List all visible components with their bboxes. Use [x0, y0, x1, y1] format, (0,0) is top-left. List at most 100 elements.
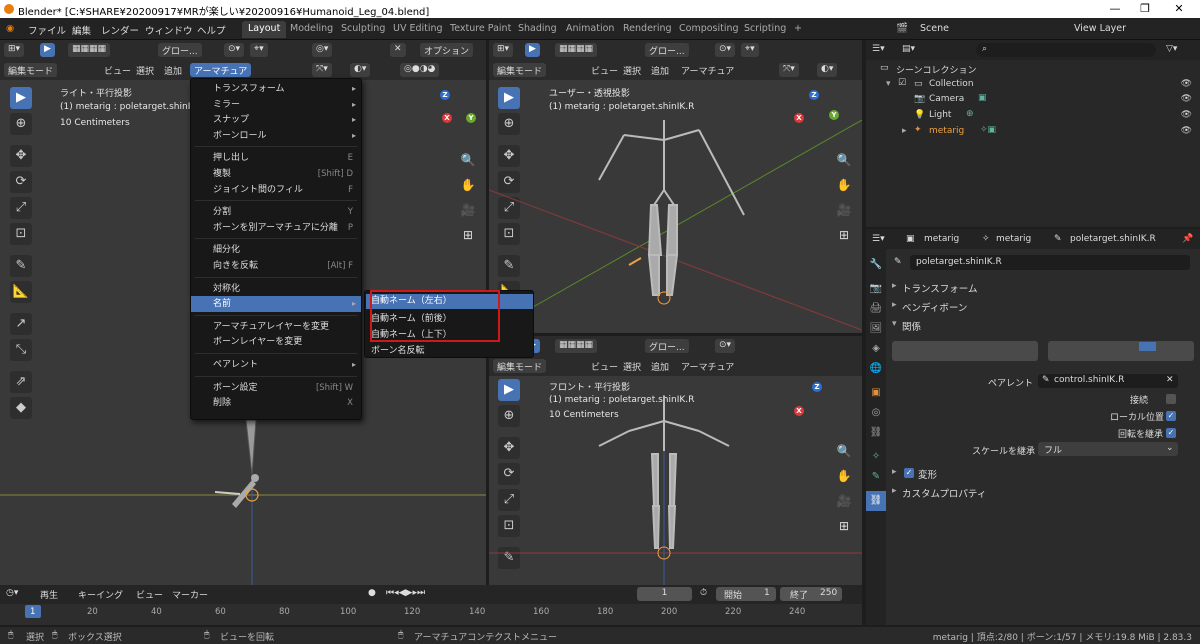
pivot-icon[interactable]: ⊙▾ — [715, 43, 736, 57]
right-top-viewport[interactable]: ⊞▾ ▶ ▦▦▦▦ グロー... ⊙▾ ⌖▾ 編集モード ビュー 選択 追加 ア… — [489, 40, 862, 333]
scene-tab-icon[interactable]: ◈ — [866, 339, 886, 359]
tab-sculpting[interactable]: Sculpting — [335, 21, 391, 38]
move-tool-icon[interactable]: ✥ — [10, 145, 32, 167]
menu-help[interactable]: ヘルプ — [197, 23, 226, 37]
gizmo-z-icon[interactable]: Z — [440, 90, 450, 100]
mode-dropdown[interactable]: 編集モード — [4, 63, 58, 77]
transform-tool-icon[interactable]: ⊡ — [498, 223, 520, 245]
menu-view[interactable]: ビュー — [591, 360, 618, 373]
transform-orientation[interactable]: グロー... — [645, 339, 689, 353]
start-frame-field[interactable]: 開始 1 — [716, 587, 776, 601]
context-menu-item[interactable]: 押し出し E — [191, 150, 361, 166]
collapse-arrow-icon[interactable]: ▸ — [892, 281, 897, 291]
tab-rendering[interactable]: Rendering — [617, 21, 678, 38]
gizmo-x-icon[interactable]: X — [442, 113, 452, 123]
context-menu-item[interactable]: 向きを反転 [Alt] F — [191, 258, 361, 274]
mode-dropdown[interactable]: 編集モード — [493, 63, 547, 77]
ortho-grid-icon[interactable]: ⊞ — [458, 225, 478, 245]
object-tab-icon[interactable]: ▣ — [866, 383, 886, 403]
clear-icon[interactable]: ✕ — [1166, 375, 1174, 385]
pan-hand-icon[interactable]: ✋ — [834, 466, 854, 486]
connect-checkbox[interactable] — [1166, 394, 1176, 404]
roll-tool-icon[interactable]: ↗ — [10, 313, 32, 335]
snap-icon[interactable]: ⌖▾ — [741, 43, 759, 57]
context-menu-item[interactable]: 削除 X — [191, 395, 361, 411]
ortho-grid-icon[interactable]: ⊞ — [834, 225, 854, 245]
menu-playback[interactable]: 再生 — [40, 588, 58, 601]
gizmo-icon[interactable]: ⤧▾ — [779, 63, 799, 77]
world-tab-icon[interactable]: 🌐 — [866, 359, 886, 379]
menu-select[interactable]: 選択 — [136, 64, 154, 77]
tab-compositing[interactable]: Compositing — [673, 21, 745, 38]
camera-view-icon[interactable]: 🎥 — [834, 491, 854, 511]
section-transform[interactable]: トランスフォーム — [902, 281, 978, 295]
close-icon[interactable]: ✕ — [1172, 2, 1186, 15]
menu-armature[interactable]: アーマチュア — [681, 64, 734, 77]
context-menu-item[interactable]: ペアレント ▸ — [191, 357, 361, 373]
bone-name-field[interactable]: poletarget.shinIK.R — [910, 255, 1190, 270]
zoom-icon[interactable]: 🔍 — [834, 441, 854, 461]
context-menu-item[interactable]: 複製 [Shift] D — [191, 166, 361, 182]
gizmo-y-icon[interactable]: Y — [466, 113, 476, 123]
context-menu-item[interactable]: 分割 Y — [191, 204, 361, 220]
tab-shading[interactable]: Shading — [512, 21, 563, 38]
transform-orientation[interactable]: グロー... — [645, 43, 689, 57]
gizmo-x-icon[interactable]: X — [794, 406, 804, 416]
context-menu-item[interactable]: ボーン設定 [Shift] W — [191, 380, 361, 396]
context-menu-item[interactable]: ジョイント間のフィル F — [191, 182, 361, 198]
annotate-tool-icon[interactable]: ✎ — [498, 255, 520, 277]
editor-type-icon[interactable]: ☰▾ — [872, 44, 885, 54]
bone-size-tool-icon[interactable]: ⤡ — [10, 339, 32, 361]
gizmo-z-icon[interactable]: Z — [812, 382, 822, 392]
transform-orientation[interactable]: グロー... — [158, 43, 202, 57]
shading-modes-icon[interactable]: ◎●◑◕ — [400, 63, 440, 77]
tool-tab-icon[interactable]: 🔧 — [866, 255, 886, 275]
visibility-eye-icon[interactable]: 👁 — [1181, 126, 1192, 136]
playback-controls-icon[interactable]: ⏮◂◀▶▸⏭ — [386, 588, 425, 598]
deform-checkbox[interactable]: ✓ — [904, 468, 914, 478]
scene-collection-label[interactable]: シーンコレクション — [896, 63, 977, 76]
tab-modeling[interactable]: Modeling — [284, 21, 339, 38]
scale-tool-icon[interactable]: ⤢ — [498, 489, 520, 511]
add-workspace-icon[interactable]: + — [788, 21, 808, 38]
inherit-scale-dropdown[interactable]: フル ⌄ — [1038, 442, 1178, 456]
visibility-eye-icon[interactable]: 👁 — [1181, 94, 1192, 104]
view-layer-name[interactable]: View Layer — [1074, 23, 1126, 34]
maximize-icon[interactable]: ❐ — [1138, 2, 1152, 15]
snap-icon[interactable]: ⌖▾ — [250, 43, 268, 57]
pivot-icon[interactable]: ⊙▾ — [224, 43, 245, 57]
menu-view[interactable]: ビュー — [591, 64, 618, 77]
armature-layers-grid[interactable] — [892, 341, 1038, 361]
menu-window[interactable]: ウィンドウ — [145, 23, 193, 37]
scale-tool-icon[interactable]: ⤢ — [10, 197, 32, 219]
camera-view-icon[interactable]: 🎥 — [458, 200, 478, 220]
camera-view-icon[interactable]: 🎥 — [834, 200, 854, 220]
context-menu-item[interactable]: スナップ ▸ — [191, 112, 361, 128]
bone-constraints-tab-icon[interactable]: ⛓ — [866, 491, 886, 511]
pan-hand-icon[interactable]: ✋ — [834, 175, 854, 195]
measure-tool-icon[interactable]: 📐 — [10, 281, 32, 303]
menu-edit[interactable]: 編集 — [72, 23, 91, 37]
local-location-checkbox[interactable]: ✓ — [1166, 411, 1176, 421]
menu-file[interactable]: ファイル — [28, 23, 66, 37]
menu-marker[interactable]: マーカー — [172, 588, 208, 601]
cursor-tool-icon[interactable]: ⊕ — [498, 405, 520, 427]
context-menu-item[interactable]: 対称化 — [191, 281, 361, 297]
context-menu-item[interactable]: 細分化 — [191, 242, 361, 258]
context-menu-item[interactable]: ボーンレイヤーを変更 — [191, 334, 361, 350]
rotate-tool-icon[interactable]: ⟳ — [10, 171, 32, 193]
context-menu-item[interactable]: ミラー ▸ — [191, 97, 361, 113]
tab-scripting[interactable]: Scripting — [738, 21, 792, 38]
transform-tool-icon[interactable]: ⊡ — [10, 223, 32, 245]
move-tool-icon[interactable]: ✥ — [498, 145, 520, 167]
pan-hand-icon[interactable]: ✋ — [458, 175, 478, 195]
scene-name[interactable]: Scene — [920, 23, 949, 34]
menu-armature[interactable]: アーマチュア — [190, 63, 252, 77]
expand-arrow-icon[interactable]: ▸ — [902, 126, 907, 136]
outliner-item-light[interactable]: Light — [929, 110, 951, 120]
options-dropdown[interactable]: オプション — [420, 43, 474, 57]
outliner-item-metarig[interactable]: metarig — [929, 126, 964, 136]
visibility-eye-icon[interactable]: 👁 — [1181, 79, 1192, 89]
minimize-icon[interactable]: — — [1108, 2, 1122, 15]
collapse-arrow-icon[interactable]: ▸ — [892, 300, 897, 310]
